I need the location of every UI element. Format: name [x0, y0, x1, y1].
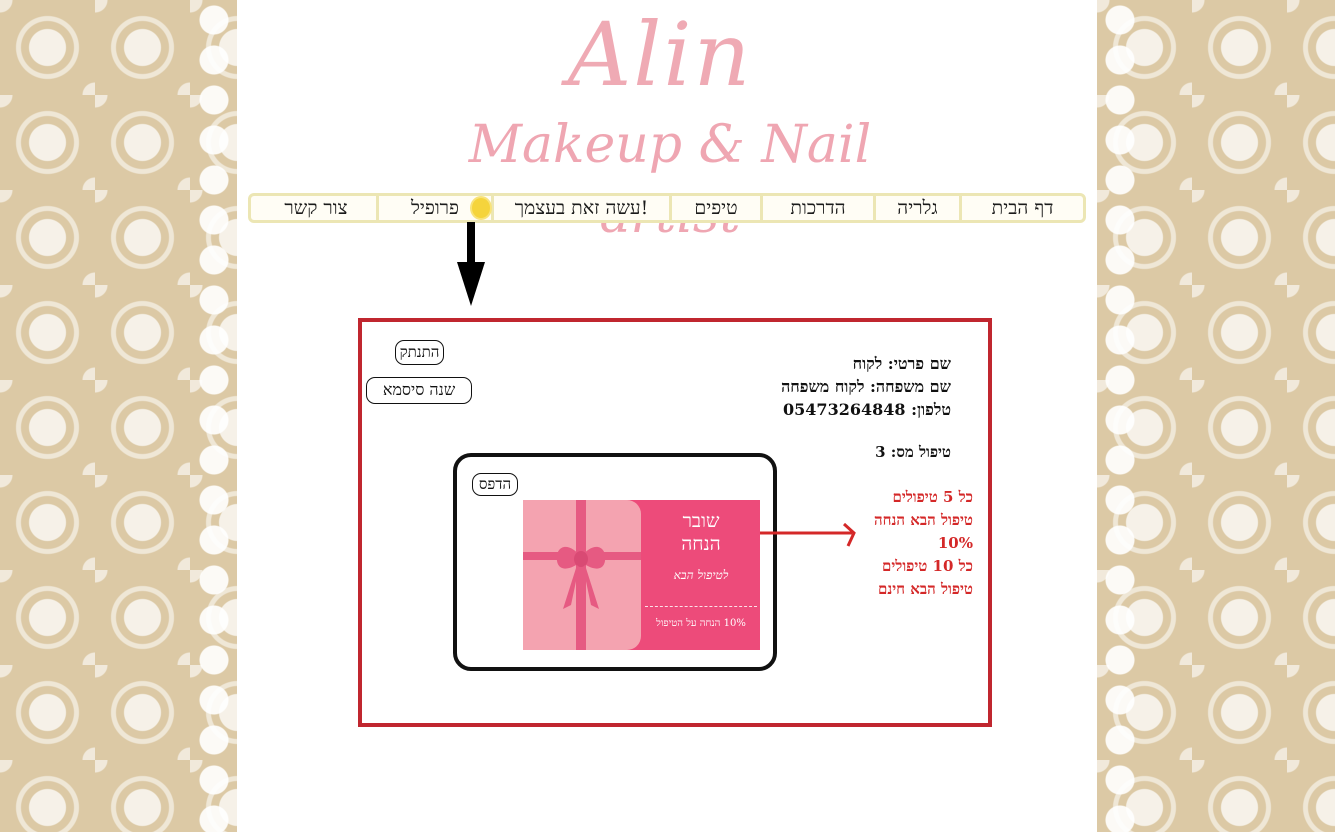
bow-icon	[556, 546, 606, 609]
nav-item-home[interactable]: דף הבית	[959, 195, 1083, 221]
nav-item-tutorials[interactable]: הדרכות	[760, 195, 873, 221]
promo-text: כל 5 טיפולים טיפול הבא הנחה 10% כל 10 טי…	[874, 486, 973, 601]
promo-line: טיפול הבא הנחה	[874, 511, 973, 529]
voucher-title: שובר הנחה	[649, 510, 753, 556]
nav-item-diy[interactable]: עשה זאת בעצמך!	[491, 195, 669, 221]
nav-item-gallery[interactable]: גלריה	[873, 195, 959, 221]
logo-name: Alin	[567, 3, 753, 106]
treatment-count: טיפול מס: 3	[875, 443, 951, 461]
lace-edge-right	[1097, 0, 1143, 832]
red-arrow-icon	[760, 522, 856, 547]
active-marker-icon	[472, 198, 490, 218]
change-password-button[interactable]: שנה סיסמא	[366, 377, 472, 404]
logo-tagline: Makeup & Nail artist	[468, 115, 872, 245]
voucher-title-line: הנחה	[681, 533, 721, 555]
profile-info: שם פרטי: לקוח שם משפחה: לקוח משפחה טלפון…	[781, 352, 951, 421]
down-arrow-icon	[457, 222, 485, 306]
promo-line: טיפול הבא חינם	[878, 580, 973, 598]
phone-line: טלפון: 05473264848	[783, 400, 951, 419]
promo-line: 10%	[937, 534, 973, 552]
voucher-title-line: שובר	[682, 510, 720, 532]
last-name-line: שם משפחה: לקוח משפחה	[781, 377, 951, 396]
voucher-subtitle: לטיפול הבא	[673, 568, 729, 582]
main-nav: דף הבית גלריה הדרכות טיפים עשה זאת בעצמך…	[248, 193, 1086, 223]
discount-voucher: שובר הנחה לטיפול הבא 10% הנחה על הטיפול	[523, 500, 760, 650]
promo-line: כל 10 טיפולים	[882, 557, 973, 575]
disconnect-button[interactable]: התנתק	[395, 340, 444, 365]
promo-line: כל 5 טיפולים	[892, 488, 973, 506]
voucher-divider	[645, 606, 757, 607]
voucher-footer: 10% הנחה על הטיפול	[656, 618, 746, 629]
lace-background-left	[0, 0, 237, 832]
lace-background-right	[1097, 0, 1335, 832]
nav-item-tips[interactable]: טיפים	[669, 195, 760, 221]
print-button[interactable]: הדפס	[472, 473, 518, 496]
nav-item-contact[interactable]: צור קשר	[256, 195, 376, 221]
lace-edge-left	[191, 0, 237, 832]
first-name-line: שם פרטי: לקוח	[852, 354, 951, 373]
voucher-gift-panel	[523, 500, 641, 650]
